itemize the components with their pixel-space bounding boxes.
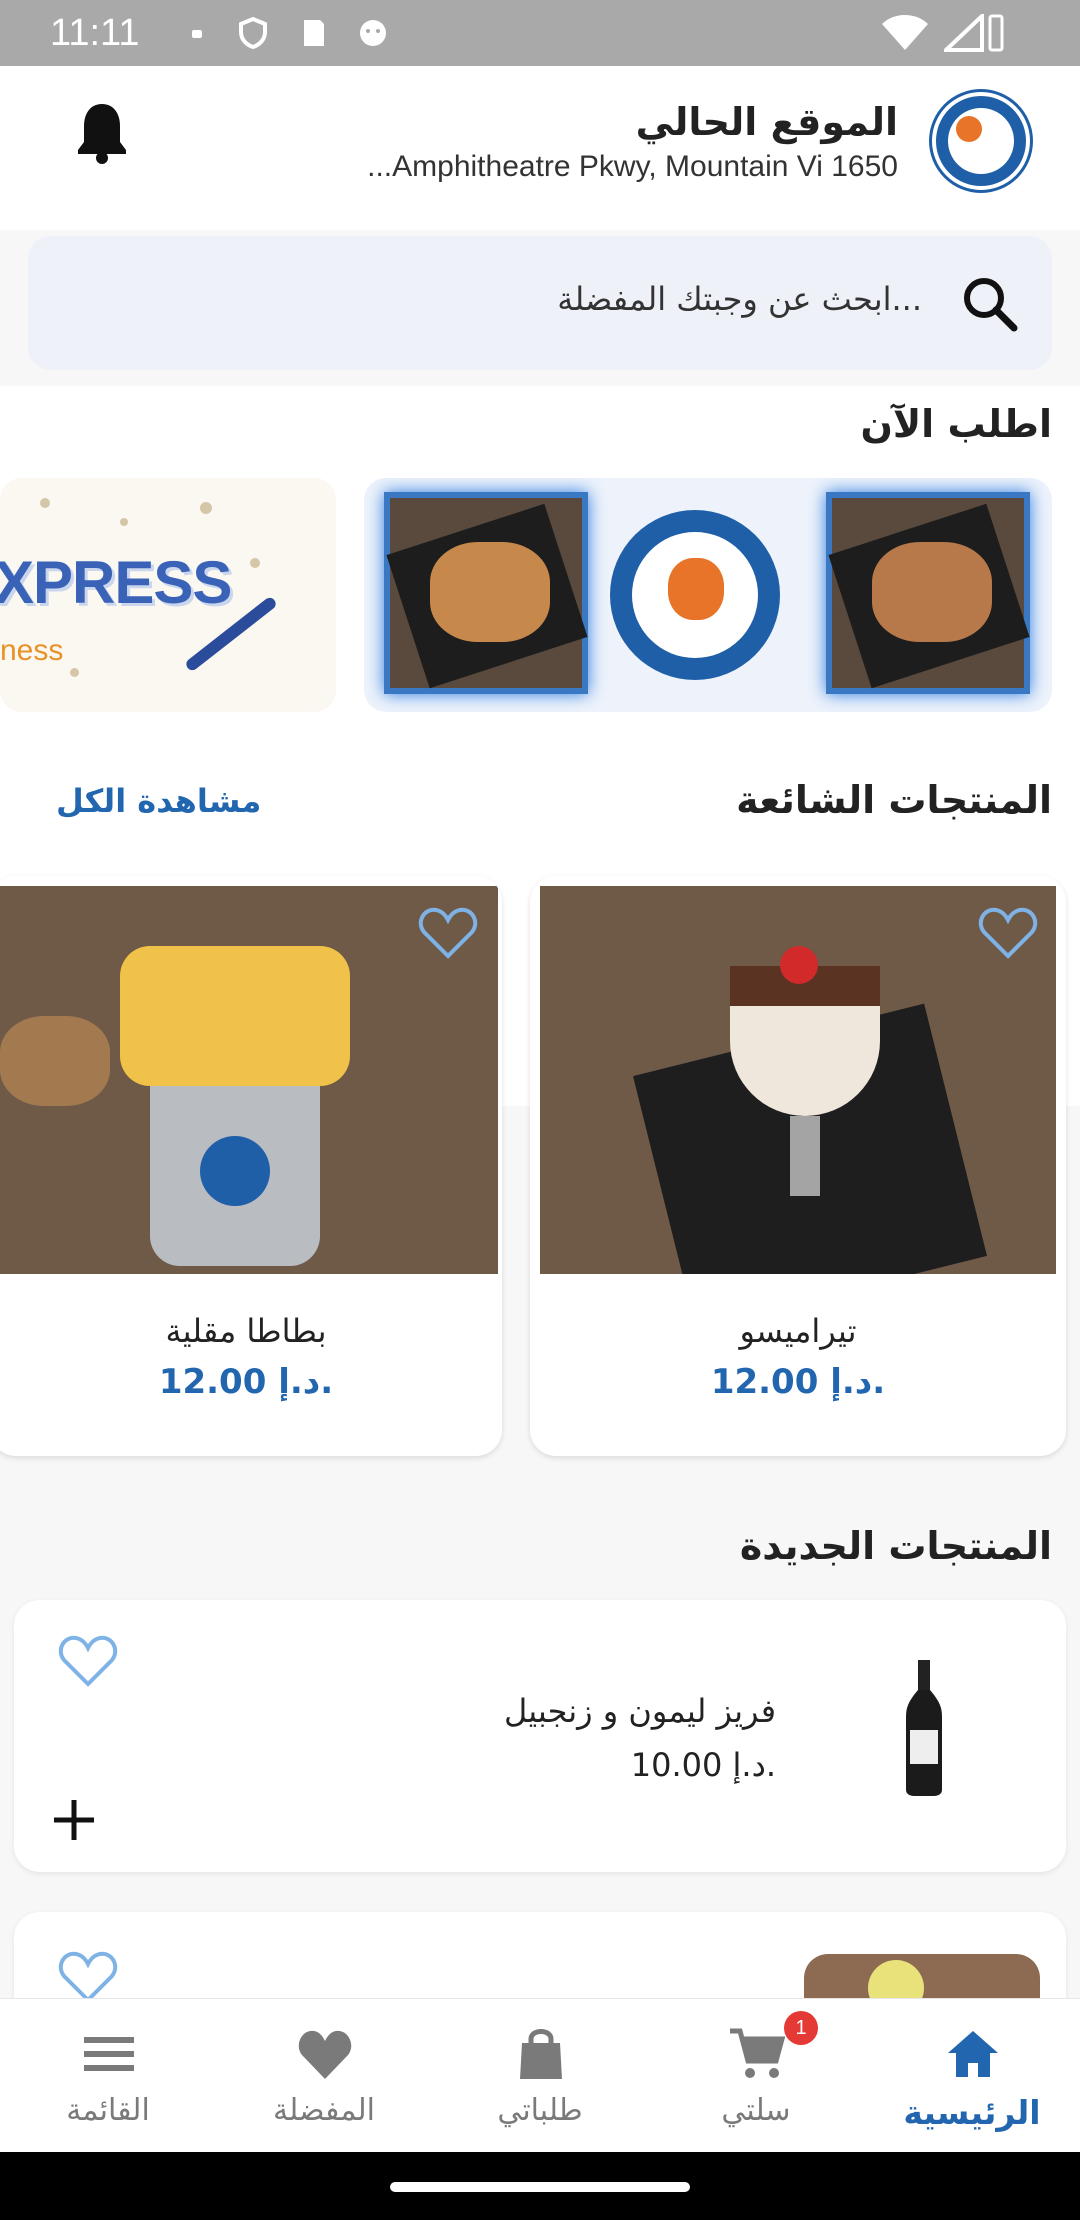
banner-dish-image <box>384 492 588 694</box>
status-time: 11:11 <box>50 12 140 54</box>
product-image <box>906 1660 942 1796</box>
nav-menu[interactable]: القائمة <box>0 1999 216 2153</box>
nav-menu-label: القائمة <box>66 2093 150 2128</box>
favorite-heart-icon[interactable] <box>58 1634 118 1688</box>
nav-orders[interactable]: طلباتي <box>432 1999 648 2153</box>
location-address[interactable]: ...Amphitheatre Pkwy, Mountain Vi 1650 <box>367 150 898 184</box>
bottom-nav: الرئيسية 1 سلتي طلباتي المفضلة القائمة <box>0 1998 1080 2152</box>
home-gesture-pill[interactable] <box>390 2182 690 2192</box>
system-nav-bar <box>0 2152 1080 2220</box>
product-name: تيراميسو <box>739 1312 857 1350</box>
favorite-heart-icon[interactable] <box>58 1950 118 2004</box>
menu-icon <box>84 2037 134 2071</box>
shield-icon <box>239 16 267 50</box>
promo-banner-2[interactable]: XPRESS ness <box>0 478 336 712</box>
nav-cart-label: سلتي <box>721 2093 791 2128</box>
order-now-heading: اطلب الآن <box>860 402 1052 446</box>
home-icon <box>948 2031 998 2077</box>
restaurant-logo <box>932 92 1030 190</box>
product-name: بطاطا مقلية <box>165 1312 327 1350</box>
search-bar[interactable]: ابحث عن وجبتك المفضلة... <box>28 236 1052 370</box>
banner-dish-image <box>826 492 1030 694</box>
sd-card-icon <box>304 20 324 46</box>
search-input[interactable]: ابحث عن وجبتك المفضلة... <box>557 280 922 318</box>
shopping-bag-icon <box>520 2029 562 2079</box>
cart-icon <box>730 2028 786 2078</box>
promo-banner-1[interactable] <box>364 478 1052 712</box>
app-header: الموقع الحالي ...Amphitheatre Pkwy, Moun… <box>0 66 1080 230</box>
nav-favorites[interactable]: المفضلة <box>216 1999 432 2153</box>
banner-brand-text: XPRESS <box>0 549 232 616</box>
product-name: فريز ليمون و زنجبيل <box>504 1692 776 1730</box>
nav-home[interactable]: الرئيسية <box>864 1999 1080 2153</box>
list-item[interactable]: فريز ليمون و زنجبيل 10.00 د.إ. <box>14 1600 1066 1872</box>
product-card[interactable]: بطاطا مقلية 12.00 د.إ. <box>0 876 502 1456</box>
bell-icon[interactable] <box>74 100 130 164</box>
battery-icon <box>988 14 1004 52</box>
nav-orders-label: طلباتي <box>497 2093 583 2128</box>
favorite-heart-icon[interactable] <box>418 906 478 960</box>
search-icon <box>964 278 1018 332</box>
location-title: الموقع الحالي <box>635 100 898 144</box>
product-price: 12.00 د.إ. <box>710 1362 886 1402</box>
notification-dot-icon <box>192 30 202 38</box>
status-bar: 11:11 <box>0 0 1080 66</box>
nav-favorites-label: المفضلة <box>272 2093 376 2128</box>
popular-products-heading: المنتجات الشائعة <box>736 778 1052 822</box>
see-all-link[interactable]: مشاهدة الكل <box>56 782 261 820</box>
new-products-heading: المنتجات الجديدة <box>739 1524 1052 1568</box>
nav-home-label: الرئيسية <box>903 2093 1041 2132</box>
banner-logo <box>610 510 780 680</box>
product-price: 10.00 د.إ. <box>630 1746 776 1784</box>
cart-badge: 1 <box>784 2011 818 2045</box>
wifi-icon <box>882 15 928 50</box>
face-icon <box>360 20 386 46</box>
product-card[interactable]: تيراميسو 12.00 د.إ. <box>530 876 1066 1456</box>
add-to-cart-icon[interactable] <box>52 1798 96 1842</box>
signal-icon <box>944 14 984 52</box>
heart-icon <box>298 2030 352 2079</box>
favorite-heart-icon[interactable] <box>978 906 1038 960</box>
product-price: 12.00 د.إ. <box>158 1362 334 1402</box>
nav-cart[interactable]: 1 سلتي <box>648 1999 864 2153</box>
banner-tagline: ness <box>0 634 64 667</box>
